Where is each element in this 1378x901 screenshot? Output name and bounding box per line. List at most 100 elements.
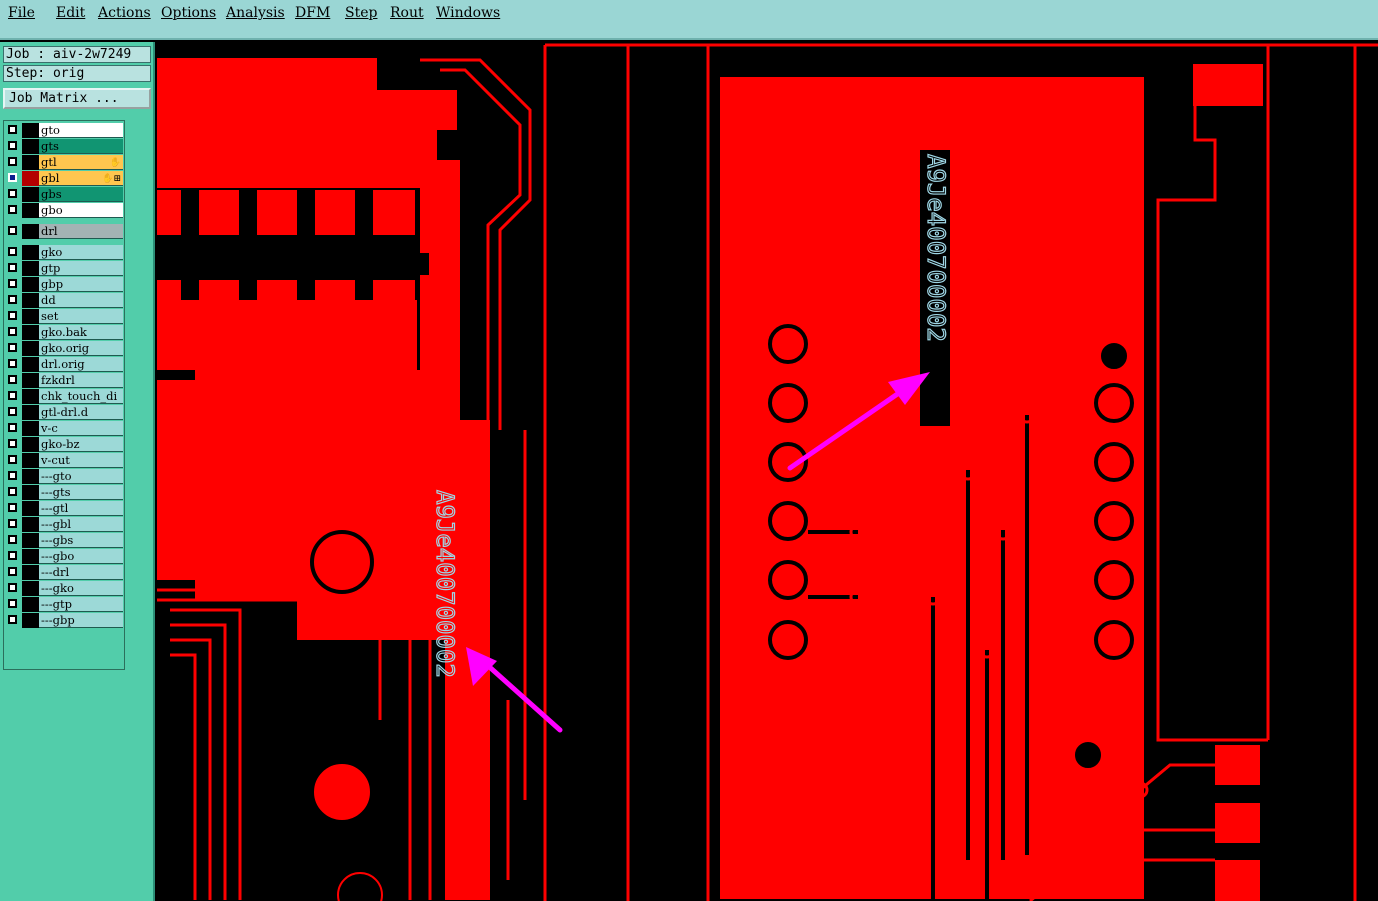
layer-color-swatch[interactable] bbox=[22, 533, 39, 548]
menu-analysis[interactable]: Analysis bbox=[226, 5, 285, 21]
layer-row[interactable]: ---gbs bbox=[4, 533, 124, 548]
layer-color-swatch[interactable] bbox=[22, 485, 39, 500]
layer-checkbox[interactable] bbox=[8, 263, 17, 272]
menu-rout[interactable]: Rout bbox=[390, 5, 424, 21]
layer-name[interactable]: set bbox=[39, 309, 123, 324]
layer-row[interactable]: fzkdrl bbox=[4, 373, 124, 388]
layer-checkbox[interactable] bbox=[8, 471, 17, 480]
layer-color-swatch[interactable] bbox=[22, 171, 39, 186]
layer-color-swatch[interactable] bbox=[22, 261, 39, 276]
layer-color-swatch[interactable] bbox=[22, 325, 39, 340]
layer-checkbox[interactable] bbox=[8, 295, 17, 304]
layer-row[interactable]: gko bbox=[4, 245, 124, 260]
layer-name[interactable]: ---gts bbox=[39, 485, 123, 500]
layer-row[interactable]: gbl ✋⊞ bbox=[4, 171, 124, 186]
layer-checkbox[interactable] bbox=[8, 141, 17, 150]
layer-color-swatch[interactable] bbox=[22, 565, 39, 580]
layer-row[interactable]: ---drl bbox=[4, 565, 124, 580]
layer-row[interactable]: v-cut bbox=[4, 453, 124, 468]
layer-color-swatch[interactable] bbox=[22, 613, 39, 628]
layer-row[interactable]: gko.orig bbox=[4, 341, 124, 356]
layer-name[interactable]: dd bbox=[39, 293, 123, 308]
layer-checkbox[interactable] bbox=[8, 327, 17, 336]
layer-row[interactable]: gko.bak bbox=[4, 325, 124, 340]
layer-checkbox[interactable] bbox=[8, 205, 17, 214]
layer-color-swatch[interactable] bbox=[22, 437, 39, 452]
layer-row[interactable]: gts bbox=[4, 139, 124, 154]
layer-checkbox[interactable] bbox=[8, 423, 17, 432]
layer-name[interactable]: gbl ✋⊞ bbox=[39, 171, 123, 186]
layer-color-swatch[interactable] bbox=[22, 155, 39, 170]
layer-name[interactable]: ---gbs bbox=[39, 533, 123, 548]
layer-row[interactable]: v-c bbox=[4, 421, 124, 436]
layer-row[interactable]: ---gko bbox=[4, 581, 124, 596]
layer-row[interactable]: ---gtp bbox=[4, 597, 124, 612]
layer-row[interactable]: dd bbox=[4, 293, 124, 308]
layer-row[interactable]: gbp bbox=[4, 277, 124, 292]
layer-name[interactable]: gbs bbox=[39, 187, 123, 202]
layer-color-swatch[interactable] bbox=[22, 293, 39, 308]
menu-windows[interactable]: Windows bbox=[436, 5, 500, 21]
layer-checkbox[interactable] bbox=[8, 157, 17, 166]
layer-name[interactable]: ---gko bbox=[39, 581, 123, 596]
layer-name[interactable]: v-cut bbox=[39, 453, 123, 468]
layer-row[interactable]: ---gts bbox=[4, 485, 124, 500]
layer-checkbox[interactable] bbox=[8, 226, 17, 235]
layer-checkbox[interactable] bbox=[8, 583, 17, 592]
layer-name[interactable]: drl bbox=[39, 224, 123, 239]
layer-name[interactable]: gtl ✋ bbox=[39, 155, 123, 170]
layer-checkbox[interactable] bbox=[8, 343, 17, 352]
layer-checkbox[interactable] bbox=[8, 487, 17, 496]
layer-checkbox[interactable] bbox=[8, 173, 17, 182]
layer-name[interactable]: gto bbox=[39, 123, 123, 138]
layer-name[interactable]: gko-bz bbox=[39, 437, 123, 452]
layer-row[interactable]: ---gbp bbox=[4, 613, 124, 628]
layer-checkbox[interactable] bbox=[8, 359, 17, 368]
layer-checkbox[interactable] bbox=[8, 375, 17, 384]
layer-name[interactable]: ---gto bbox=[39, 469, 123, 484]
layer-checkbox[interactable] bbox=[8, 439, 17, 448]
layer-name[interactable]: gtp bbox=[39, 261, 123, 276]
layer-name[interactable]: drl.orig bbox=[39, 357, 123, 372]
layer-row[interactable]: ---gbl bbox=[4, 517, 124, 532]
layer-row[interactable]: gtp bbox=[4, 261, 124, 276]
layer-name[interactable]: ---gbl bbox=[39, 517, 123, 532]
layer-checkbox[interactable] bbox=[8, 567, 17, 576]
layer-name[interactable]: gko bbox=[39, 245, 123, 260]
layer-color-swatch[interactable] bbox=[22, 517, 39, 532]
layer-checkbox[interactable] bbox=[8, 599, 17, 608]
menu-edit[interactable]: Edit bbox=[56, 5, 85, 21]
layer-name[interactable]: fzkdrl bbox=[39, 373, 123, 388]
menu-options[interactable]: Options bbox=[161, 5, 216, 21]
layer-checkbox[interactable] bbox=[8, 125, 17, 134]
layer-color-swatch[interactable] bbox=[22, 501, 39, 516]
layer-name[interactable]: gbo bbox=[39, 203, 123, 218]
layer-row[interactable]: ---gto bbox=[4, 469, 124, 484]
layer-row[interactable]: gbo bbox=[4, 203, 124, 218]
menu-step[interactable]: Step bbox=[345, 5, 377, 21]
layer-name[interactable]: chk_touch_di bbox=[39, 389, 123, 404]
layer-checkbox[interactable] bbox=[8, 535, 17, 544]
menu-dfm[interactable]: DFM bbox=[295, 5, 330, 21]
layer-checkbox[interactable] bbox=[8, 407, 17, 416]
layer-color-swatch[interactable] bbox=[22, 581, 39, 596]
layer-row[interactable]: set bbox=[4, 309, 124, 324]
layer-row[interactable]: gtl-drl.d bbox=[4, 405, 124, 420]
layer-checkbox[interactable] bbox=[8, 279, 17, 288]
layer-color-swatch[interactable] bbox=[22, 453, 39, 468]
layer-row[interactable]: gtl ✋ bbox=[4, 155, 124, 170]
layer-row[interactable]: gbs bbox=[4, 187, 124, 202]
layer-color-swatch[interactable] bbox=[22, 373, 39, 388]
menu-actions[interactable]: Actions bbox=[98, 5, 151, 21]
layer-name[interactable]: ---gbo bbox=[39, 549, 123, 564]
layer-color-swatch[interactable] bbox=[22, 203, 39, 218]
layer-name[interactable]: gtl-drl.d bbox=[39, 405, 123, 420]
layer-row[interactable]: chk_touch_di bbox=[4, 389, 124, 404]
layer-row[interactable]: drl.orig bbox=[4, 357, 124, 372]
layer-checkbox[interactable] bbox=[8, 503, 17, 512]
layer-name[interactable]: v-c bbox=[39, 421, 123, 436]
layer-name[interactable]: ---gbp bbox=[39, 613, 123, 628]
layer-checkbox[interactable] bbox=[8, 615, 17, 624]
layer-color-swatch[interactable] bbox=[22, 123, 39, 138]
job-matrix-button[interactable]: Job Matrix ... bbox=[3, 88, 151, 109]
